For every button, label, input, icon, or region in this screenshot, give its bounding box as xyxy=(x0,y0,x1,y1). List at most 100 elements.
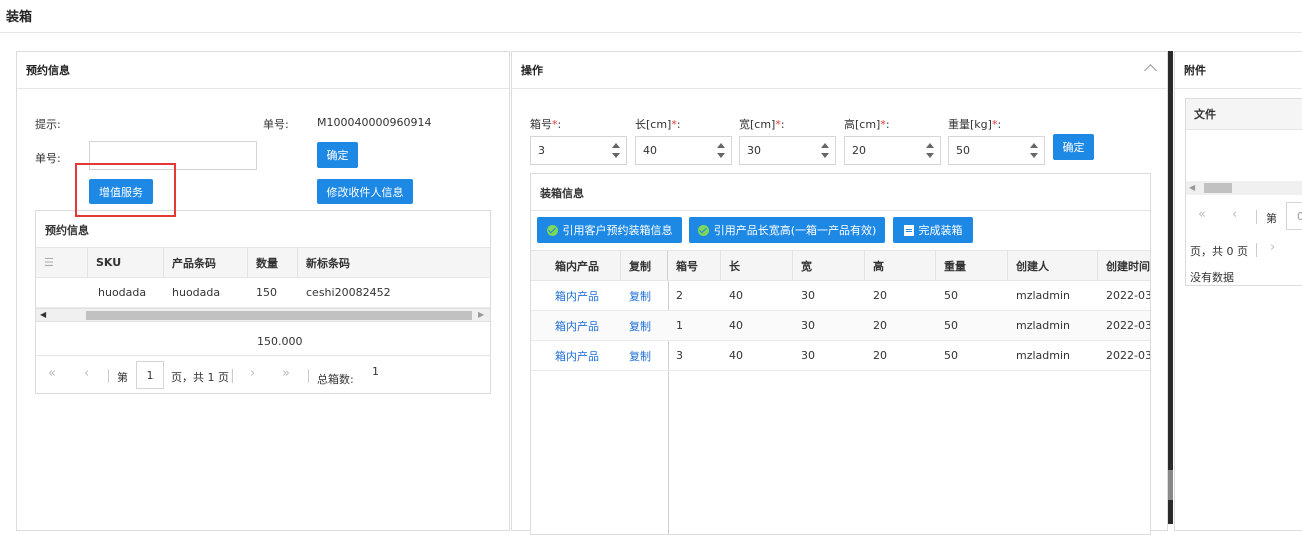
booking-confirm-button[interactable]: 确定 xyxy=(317,142,358,168)
scroll-thumb[interactable] xyxy=(86,311,472,320)
cite-booking-button[interactable]: 引用客户预约装箱信息 xyxy=(537,217,682,243)
table-row[interactable]: huodada huodada 150 ceshi20082452 xyxy=(36,278,490,308)
page-summary: 页，共 0 页 xyxy=(1190,245,1248,258)
cell-length: 40 xyxy=(729,349,743,362)
spin-up-icon[interactable] xyxy=(612,143,620,148)
box-number-value: 3 xyxy=(538,144,545,157)
scroll-thumb[interactable] xyxy=(1204,183,1232,193)
spin-down-icon[interactable] xyxy=(1030,153,1038,158)
weight-stepper[interactable]: 50 xyxy=(948,136,1045,165)
page-prefix: 第 xyxy=(117,371,128,384)
cite-booking-label: 引用客户预约装箱信息 xyxy=(562,224,673,237)
page-suffix: 页，共 1 页 xyxy=(171,371,229,384)
attachment-grid: 文件 ◀ « ‹ 第 0 页，共 0 页 › 没有数据 xyxy=(1185,98,1302,286)
col-height[interactable]: 高 xyxy=(865,251,936,280)
booking-grid: 预约信息 ☰ SKU 产品条码 数量 新标条码 huodada huodada … xyxy=(35,210,491,394)
cell-box-number: 1 xyxy=(676,319,683,332)
total-boxes-label: 总箱数: xyxy=(317,373,354,386)
copy-link[interactable]: 复制 xyxy=(621,311,651,340)
scroll-left-icon[interactable]: ◀ xyxy=(1189,183,1195,192)
field-label-width: 宽[cm]*: xyxy=(739,118,785,131)
height-stepper[interactable]: 20 xyxy=(844,136,941,165)
table-row[interactable]: 箱内产品 复制 1 40 30 20 50 mzladmin 2022-03- xyxy=(531,311,1150,341)
highlight-box xyxy=(75,163,176,217)
col-sku[interactable]: SKU xyxy=(88,248,164,277)
row-handle-icon[interactable]: ☰ xyxy=(36,248,88,277)
spin-up-icon[interactable] xyxy=(717,143,725,148)
spin-down-icon[interactable] xyxy=(821,153,829,158)
cell-created-time: 2022-03- xyxy=(1106,319,1151,332)
spin-up-icon[interactable] xyxy=(821,143,829,148)
cite-dimensions-button[interactable]: 引用产品长宽高(一箱一产品有效) xyxy=(689,217,885,243)
next-page-icon[interactable]: › xyxy=(250,366,255,381)
prev-page-icon[interactable]: ‹ xyxy=(1232,207,1237,222)
spin-up-icon[interactable] xyxy=(1030,143,1038,148)
table-row[interactable]: 箱内产品 复制 2 40 30 20 50 mzladmin 2022-03- xyxy=(531,281,1150,311)
spin-up-icon[interactable] xyxy=(926,143,934,148)
col-new-barcode[interactable]: 新标条码 xyxy=(298,248,490,277)
splitter-arrow-icon[interactable] xyxy=(1168,470,1173,500)
cite-dimensions-label: 引用产品长宽高(一箱一产品有效) xyxy=(713,224,877,237)
prev-page-icon[interactable]: ‹ xyxy=(84,366,89,381)
order-number-label: 单号: xyxy=(263,118,289,131)
cell-creator: mzladmin xyxy=(1016,319,1071,332)
col-created-time[interactable]: 创建时间 xyxy=(1098,251,1150,280)
title-divider xyxy=(0,32,1302,33)
spin-down-icon[interactable] xyxy=(926,153,934,158)
col-copy[interactable]: 复制 xyxy=(621,251,668,280)
col-box-number[interactable]: 箱号 xyxy=(668,251,721,280)
pager-divider xyxy=(1256,210,1257,224)
packing-grid-header: 箱内产品 复制 箱号 长 宽 高 重量 创建人 创建时间 xyxy=(531,250,1150,281)
scroll-left-icon[interactable]: ◀ xyxy=(40,310,46,319)
check-circle-icon xyxy=(546,224,558,236)
col-creator[interactable]: 创建人 xyxy=(1008,251,1098,280)
panel-splitter[interactable] xyxy=(1168,51,1173,524)
col-qty[interactable]: 数量 xyxy=(248,248,298,277)
products-link[interactable]: 箱内产品 xyxy=(547,281,599,310)
attachment-scrollbar[interactable]: ◀ xyxy=(1186,181,1302,195)
page-title: 装箱 xyxy=(6,10,33,25)
booking-grid-scrollbar[interactable]: ◀ ▶ xyxy=(36,308,490,322)
col-products[interactable]: 箱内产品 xyxy=(531,251,621,280)
edit-receiver-button[interactable]: 修改收件人信息 xyxy=(317,179,413,204)
first-page-icon[interactable]: « xyxy=(48,366,56,381)
next-page-icon[interactable]: › xyxy=(1270,240,1275,255)
field-label-height: 高[cm]*: xyxy=(844,118,890,131)
col-file[interactable]: 文件 xyxy=(1186,99,1302,129)
page-input[interactable]: 1 xyxy=(136,361,164,389)
copy-link[interactable]: 复制 xyxy=(621,281,651,310)
cell-barcode: huodada xyxy=(172,286,221,299)
col-weight[interactable]: 重量 xyxy=(936,251,1008,280)
products-link[interactable]: 箱内产品 xyxy=(547,341,599,370)
packing-grid: 装箱信息 引用客户预约装箱信息 引用产品长宽高(一箱一产品有效) 完成装箱 箱内… xyxy=(530,173,1151,535)
col-width[interactable]: 宽 xyxy=(793,251,865,280)
booking-panel-title: 预约信息 xyxy=(17,52,509,89)
page-input-value: 0 xyxy=(1297,210,1302,223)
first-page-icon[interactable]: « xyxy=(1198,207,1206,222)
finish-packing-button[interactable]: 完成装箱 xyxy=(893,217,973,243)
width-stepper[interactable]: 30 xyxy=(739,136,836,165)
spin-down-icon[interactable] xyxy=(717,153,725,158)
products-link[interactable]: 箱内产品 xyxy=(547,311,599,340)
spin-down-icon[interactable] xyxy=(612,153,620,158)
copy-link[interactable]: 复制 xyxy=(621,341,651,370)
booking-grid-title: 预约信息 xyxy=(45,224,89,237)
page-input[interactable]: 0 xyxy=(1286,202,1302,230)
col-barcode[interactable]: 产品条码 xyxy=(164,248,248,277)
cell-creator: mzladmin xyxy=(1016,349,1071,362)
packing-title: 装箱信息 xyxy=(540,187,584,200)
booking-panel: 预约信息 提示: 单号: M100040000960914 单号: 确定 增值服… xyxy=(16,51,510,531)
cell-length: 40 xyxy=(729,289,743,302)
col-length[interactable]: 长 xyxy=(721,251,793,280)
finish-packing-label: 完成装箱 xyxy=(918,224,963,237)
scroll-right-icon[interactable]: ▶ xyxy=(478,310,484,319)
length-stepper[interactable]: 40 xyxy=(635,136,732,165)
operation-panel-title: 操作 xyxy=(512,52,1167,89)
operation-confirm-button[interactable]: 确定 xyxy=(1053,134,1094,160)
table-row[interactable]: 箱内产品 复制 3 40 30 20 50 mzladmin 2022-03- xyxy=(531,341,1150,371)
box-number-stepper[interactable]: 3 xyxy=(530,136,627,165)
order-number-value: M100040000960914 xyxy=(317,116,432,129)
cell-created-time: 2022-03- xyxy=(1106,349,1151,362)
cell-height: 20 xyxy=(873,319,887,332)
last-page-icon[interactable]: » xyxy=(282,366,290,381)
